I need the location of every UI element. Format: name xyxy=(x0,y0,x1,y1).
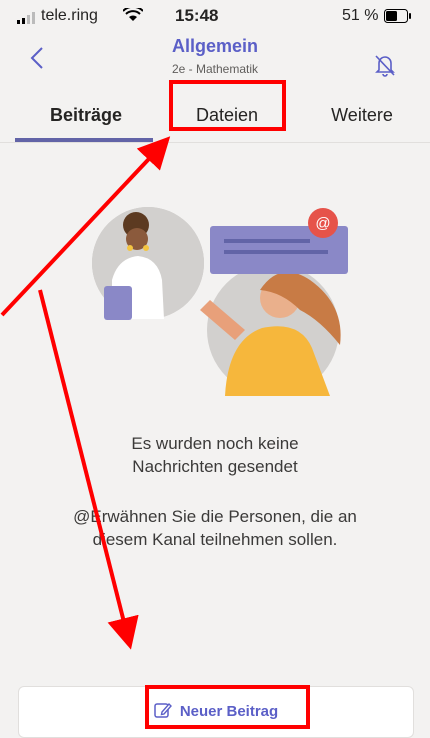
highlight-new-post xyxy=(145,685,310,729)
highlight-dateien xyxy=(169,80,286,131)
wifi-icon xyxy=(123,8,143,21)
header-divider xyxy=(0,142,430,143)
svg-text:@: @ xyxy=(315,215,330,232)
empty-line-2: Nachrichten gesendet xyxy=(132,457,298,476)
bell-off-icon[interactable] xyxy=(373,53,397,77)
signal-icon xyxy=(17,12,35,24)
status-bar: tele.ring 15:48 51 % xyxy=(0,0,430,32)
clock: 15:48 xyxy=(175,6,219,25)
empty-state-hint: @Erwähnen Sie die Personen, die an diese… xyxy=(0,505,430,551)
empty-line-1: Es wurden noch keine xyxy=(131,434,299,453)
battery-percent: 51 % xyxy=(342,7,379,24)
empty-state-illustration: @ xyxy=(92,207,348,396)
tab-beitraege[interactable]: Beiträge xyxy=(20,100,152,142)
empty-line-3: @Erwähnen Sie die Personen, die an xyxy=(73,507,357,526)
carrier-name: tele.ring xyxy=(41,7,98,24)
channel-title: Allgemein xyxy=(171,36,259,56)
battery-icon xyxy=(384,9,411,23)
tab-weitere[interactable]: Weitere xyxy=(312,100,412,142)
team-subtitle: 2e - Mathematik xyxy=(171,62,259,76)
empty-state-title: Es wurden noch keine Nachrichten gesende… xyxy=(0,432,430,478)
empty-line-4: diesem Kanal teilnehmen sollen. xyxy=(92,530,338,549)
